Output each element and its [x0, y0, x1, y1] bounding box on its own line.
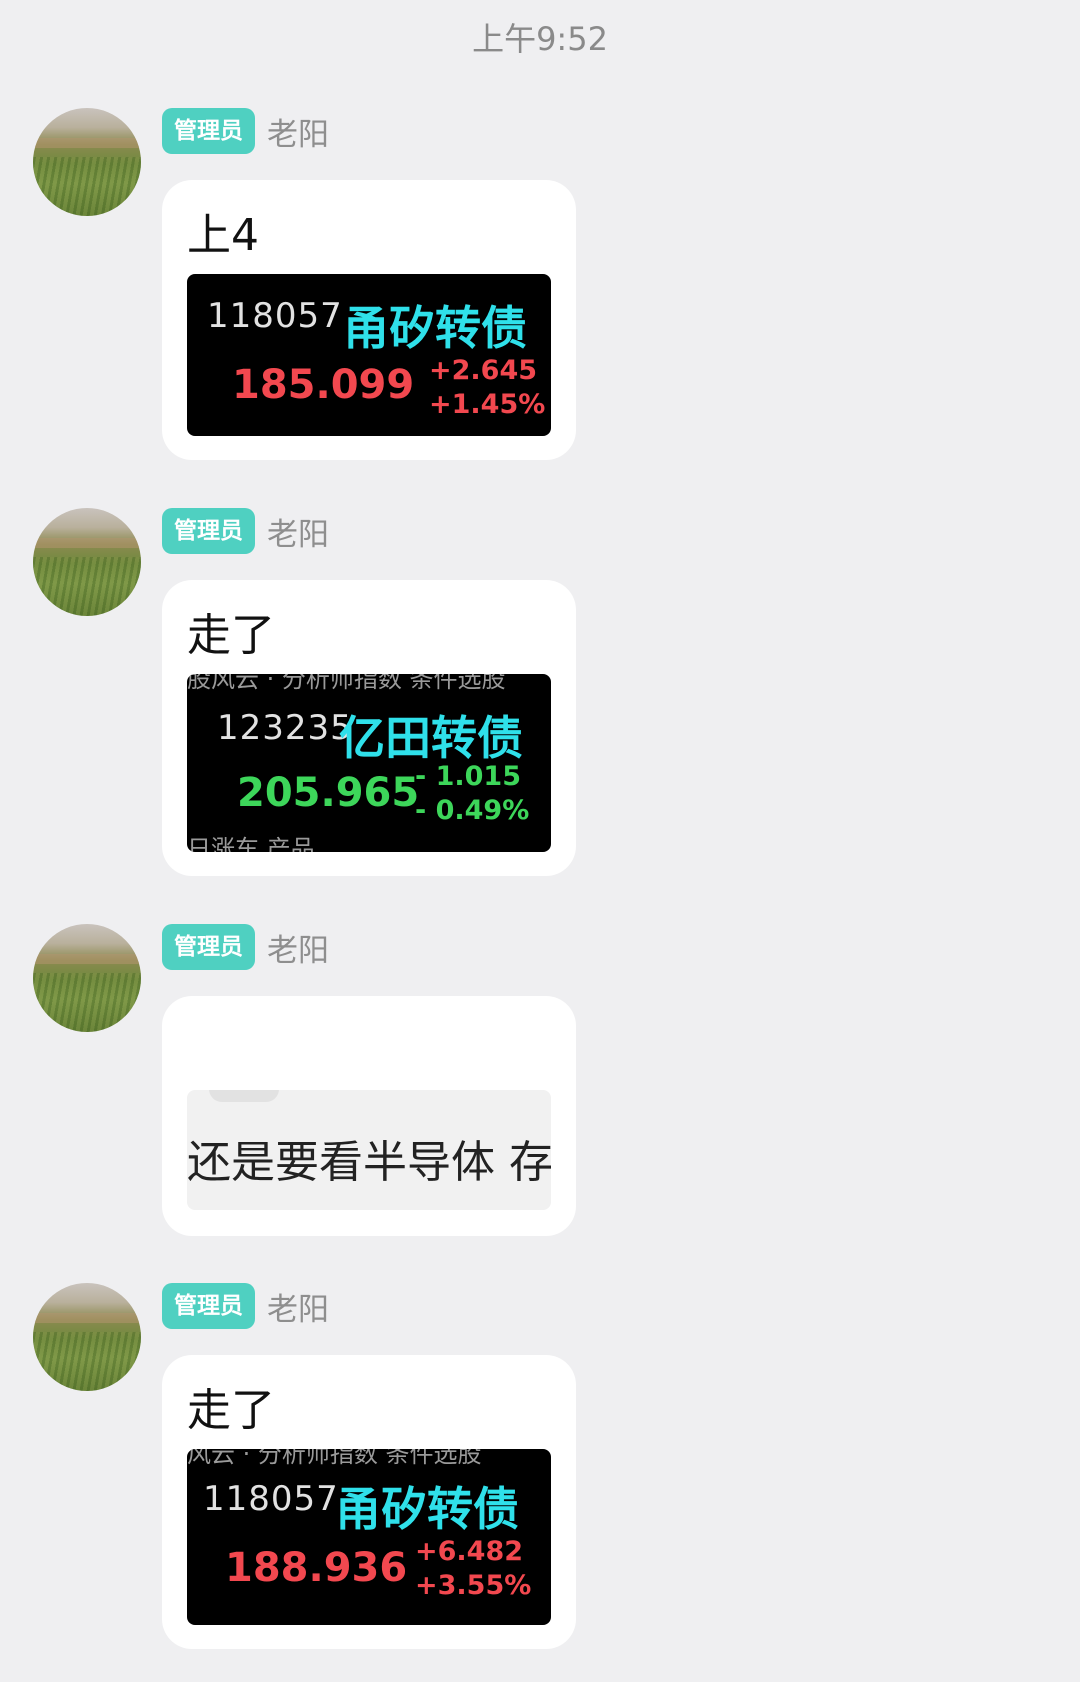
bond-change: - 1.015 - 0.49%: [415, 760, 529, 828]
avatar[interactable]: [33, 108, 141, 216]
quote-image[interactable]: 118057 甬矽转债 185.099 +2.645 +1.45%: [187, 274, 551, 436]
avatar[interactable]: [33, 508, 141, 616]
sender-name[interactable]: 老阳: [267, 109, 329, 154]
bond-price: 185.099: [232, 362, 415, 408]
sender-name[interactable]: 老阳: [267, 509, 329, 554]
admin-badge: 管理员: [162, 108, 255, 154]
quote-residue-top: 股风云 · 分析师指数 条件选股: [187, 674, 506, 692]
message-header: 管理员 老阳: [162, 924, 329, 970]
message-header: 管理员 老阳: [162, 108, 329, 154]
change-percent: +3.55%: [415, 1569, 532, 1601]
snippet-pill: [209, 1090, 279, 1102]
message-bubble[interactable]: 走了 股风云 · 分析师指数 条件选股 123235 亿田转债 205.965 …: [162, 580, 576, 876]
change-value: +2.645: [429, 355, 538, 386]
message-bubble[interactable]: 走了 风云 · 分析师指数 条件选股 118057 甬矽转债 188.936 +…: [162, 1355, 576, 1649]
sender-name[interactable]: 老阳: [267, 925, 329, 970]
admin-badge: 管理员: [162, 1283, 255, 1329]
change-percent: +1.45%: [429, 388, 546, 420]
bond-price: 188.936: [225, 1545, 408, 1591]
change-value: - 1.015: [415, 761, 522, 792]
sender-name[interactable]: 老阳: [267, 1284, 329, 1329]
message-text: 上4: [187, 210, 259, 261]
timestamp: 上午9:52: [472, 20, 608, 58]
message-text: 走了: [187, 1385, 275, 1436]
bond-name: 甬矽转债: [335, 1482, 519, 1536]
avatar[interactable]: [33, 1283, 141, 1391]
bond-code: 118057: [207, 296, 343, 336]
change-percent: - 0.49%: [415, 794, 530, 826]
change-value: +6.482: [415, 1536, 524, 1567]
quote-residue-top: 风云 · 分析师指数 条件选股: [187, 1449, 482, 1467]
admin-badge: 管理员: [162, 508, 255, 554]
bond-code: 118057: [203, 1479, 339, 1519]
quote-image[interactable]: 股风云 · 分析师指数 条件选股 123235 亿田转债 205.965 - 1…: [187, 674, 551, 852]
avatar[interactable]: [33, 924, 141, 1032]
bond-change: +2.645 +1.45%: [429, 354, 545, 422]
message-header: 管理员 老阳: [162, 508, 329, 554]
quote-residue-bottom: 日涨车 产品: [187, 835, 315, 852]
message-bubble[interactable]: 还是要看半导体 存: [162, 996, 576, 1236]
snippet-text: 还是要看半导体 存: [187, 1137, 551, 1188]
bond-price: 205.965: [237, 770, 420, 816]
message-text: 走了: [187, 610, 275, 661]
bond-name: 甬矽转债: [343, 301, 527, 355]
message-header: 管理员 老阳: [162, 1283, 329, 1329]
admin-badge: 管理员: [162, 924, 255, 970]
quote-image[interactable]: 风云 · 分析师指数 条件选股 118057 甬矽转债 188.936 +6.4…: [187, 1449, 551, 1625]
bond-change: +6.482 +3.55%: [415, 1535, 531, 1603]
bond-name: 亿田转债: [339, 711, 523, 765]
bond-code: 123235: [217, 708, 353, 748]
message-bubble[interactable]: 上4 118057 甬矽转债 185.099 +2.645 +1.45%: [162, 180, 576, 460]
text-snippet-image[interactable]: 还是要看半导体 存: [187, 1090, 551, 1210]
